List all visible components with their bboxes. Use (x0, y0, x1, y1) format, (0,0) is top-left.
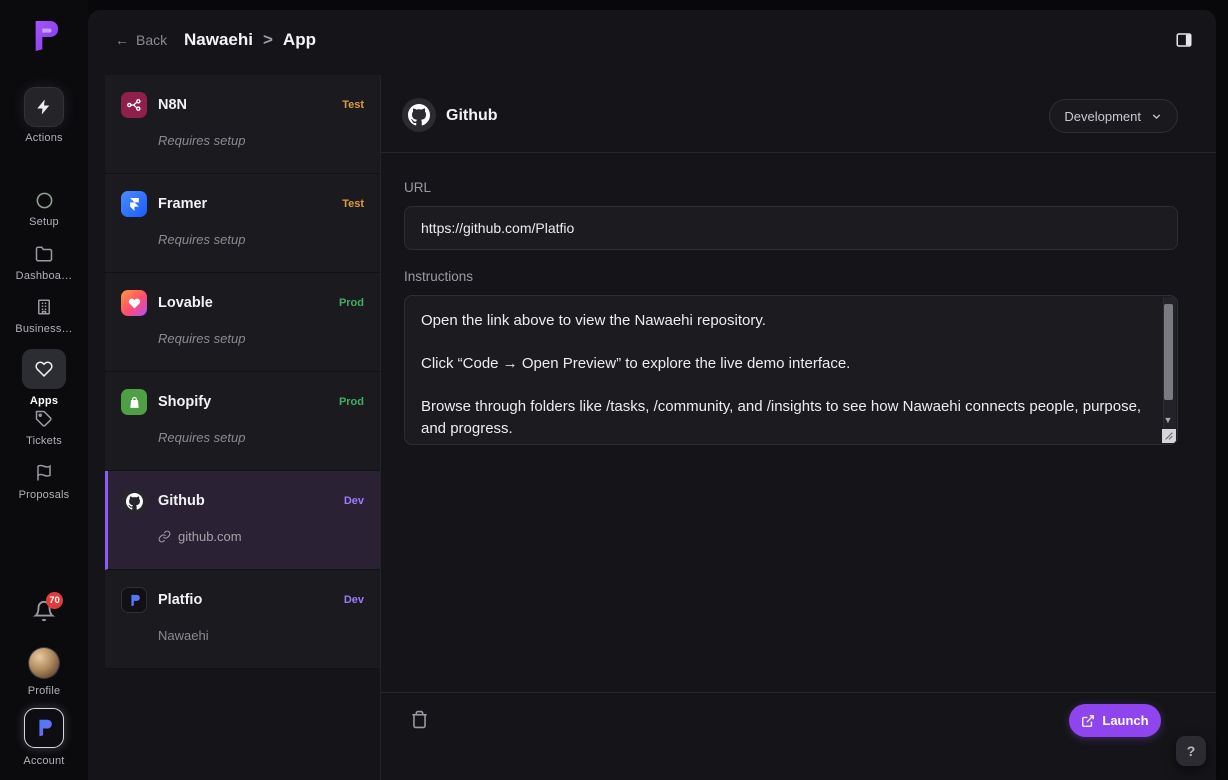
trash-icon (410, 710, 429, 729)
breadcrumb-separator: > (263, 30, 273, 50)
flag-icon (34, 463, 54, 483)
sidebar-item-actions[interactable]: Actions (0, 88, 88, 144)
scrollbar-thumb[interactable] (1164, 304, 1173, 400)
sidebar-item-tickets[interactable]: Tickets (0, 409, 88, 447)
framer-app-icon (121, 191, 147, 217)
launch-label: Launch (1102, 713, 1148, 728)
notification-badge: 70 (46, 592, 63, 609)
instructions-textarea[interactable]: Open the link above to view the Nawaehi … (404, 295, 1178, 445)
github-detail-icon (402, 98, 436, 132)
platfio-logo-icon (24, 16, 64, 56)
app-subtitle: github.com (158, 529, 364, 544)
env-badge: Test (342, 99, 364, 111)
app-window: Actions Setup Dashboa… Business… Apps (0, 0, 1228, 780)
app-name: Github (158, 493, 344, 509)
detail-title: Github (446, 107, 498, 125)
scrollbar-down-arrow[interactable]: ▼ (1163, 415, 1173, 425)
sidebar-label-setup: Setup (29, 216, 59, 228)
app-subtitle: Requires setup (158, 232, 364, 247)
url-input[interactable] (404, 206, 1178, 250)
notifications-button[interactable]: 70 (0, 600, 88, 622)
app-subtitle: Requires setup (158, 430, 364, 445)
environment-select[interactable]: Development (1049, 99, 1178, 133)
sidebar-label-actions: Actions (25, 132, 62, 144)
app-name: N8N (158, 97, 342, 113)
sidebar: Actions Setup Dashboa… Business… Apps (0, 0, 88, 780)
sidebar-item-proposals[interactable]: Proposals (0, 463, 88, 501)
app-subtitle-text: github.com (178, 529, 242, 544)
app-name: Shopify (158, 394, 339, 410)
platfio-app-icon (121, 587, 147, 613)
sidebar-item-account[interactable]: Account (0, 708, 88, 767)
back-button[interactable]: ← Back (115, 32, 167, 48)
help-button[interactable]: ? (1176, 736, 1206, 766)
app-subtitle: Requires setup (158, 331, 364, 346)
env-badge: Prod (339, 396, 364, 408)
delete-button[interactable] (410, 710, 432, 732)
env-badge: Prod (339, 297, 364, 309)
building-icon (34, 297, 54, 317)
main-panel: ← Back Nawaehi > App N8N Test (88, 10, 1216, 780)
header-divider (380, 152, 1216, 153)
instructions-label: Instructions (404, 269, 473, 284)
sidebar-label-dashboard: Dashboa… (16, 270, 73, 282)
app-list-item-platfio[interactable]: Platfio Dev Nawaehi (105, 570, 380, 669)
ticket-icon (34, 409, 54, 429)
env-badge: Dev (344, 594, 364, 606)
url-label: URL (404, 180, 431, 195)
scrollbar-track[interactable]: ▼ (1163, 297, 1176, 431)
app-list-item-lovable[interactable]: Lovable Prod Requires setup (105, 273, 380, 372)
chevron-down-icon (1150, 110, 1163, 123)
env-badge: Test (342, 198, 364, 210)
resize-handle-icon[interactable] (1162, 429, 1176, 443)
breadcrumb-parent[interactable]: Nawaehi (184, 30, 253, 50)
app-subtitle: Nawaehi (158, 628, 364, 643)
sidebar-item-dashboard[interactable]: Dashboa… (0, 244, 88, 282)
footer-divider (380, 692, 1216, 693)
list-detail-divider (380, 75, 381, 780)
sidebar-item-setup[interactable]: Setup (0, 190, 88, 228)
n8n-app-icon (121, 92, 147, 118)
back-label: Back (136, 32, 167, 48)
sidebar-item-profile[interactable]: Profile (0, 648, 88, 697)
sidebar-item-apps[interactable]: Apps (0, 349, 88, 407)
account-logo-icon (24, 708, 64, 748)
back-arrow-icon: ← (115, 32, 129, 48)
launch-button[interactable]: Launch (1069, 704, 1161, 737)
app-name: Platfio (158, 592, 344, 608)
breadcrumb: Nawaehi > App (184, 30, 316, 50)
link-icon (158, 530, 171, 543)
folder-icon (34, 244, 54, 264)
panel-toggle-icon[interactable] (1174, 31, 1194, 49)
app-list: N8N Test Requires setup Framer Test Requ… (105, 75, 380, 669)
app-list-item-n8n[interactable]: N8N Test Requires setup (105, 75, 380, 174)
app-list-item-framer[interactable]: Framer Test Requires setup (105, 174, 380, 273)
github-app-icon (121, 488, 147, 514)
app-list-item-shopify[interactable]: Shopify Prod Requires setup (105, 372, 380, 471)
sidebar-item-business[interactable]: Business… (0, 297, 88, 335)
breadcrumb-current: App (283, 30, 316, 50)
sidebar-label-tickets: Tickets (26, 435, 62, 447)
zap-icon (25, 88, 63, 126)
account-label: Account (23, 755, 64, 767)
circle-icon (34, 190, 54, 210)
heart-icon (22, 349, 66, 389)
app-name: Lovable (158, 295, 339, 311)
app-list-item-github[interactable]: Github Dev github.com (105, 471, 380, 570)
sidebar-label-proposals: Proposals (19, 489, 70, 501)
instructions-text[interactable]: Open the link above to view the Nawaehi … (405, 296, 1177, 444)
profile-label: Profile (28, 685, 61, 697)
env-badge: Dev (344, 495, 364, 507)
sidebar-label-apps: Apps (30, 395, 58, 407)
sidebar-label-business: Business… (15, 323, 72, 335)
lovable-app-icon (121, 290, 147, 316)
environment-value: Development (1064, 109, 1141, 124)
external-link-icon (1081, 714, 1095, 728)
app-name: Framer (158, 196, 342, 212)
shopify-app-icon (121, 389, 147, 415)
avatar (29, 648, 59, 678)
app-subtitle: Requires setup (158, 133, 364, 148)
platfio-logo[interactable] (24, 16, 64, 56)
